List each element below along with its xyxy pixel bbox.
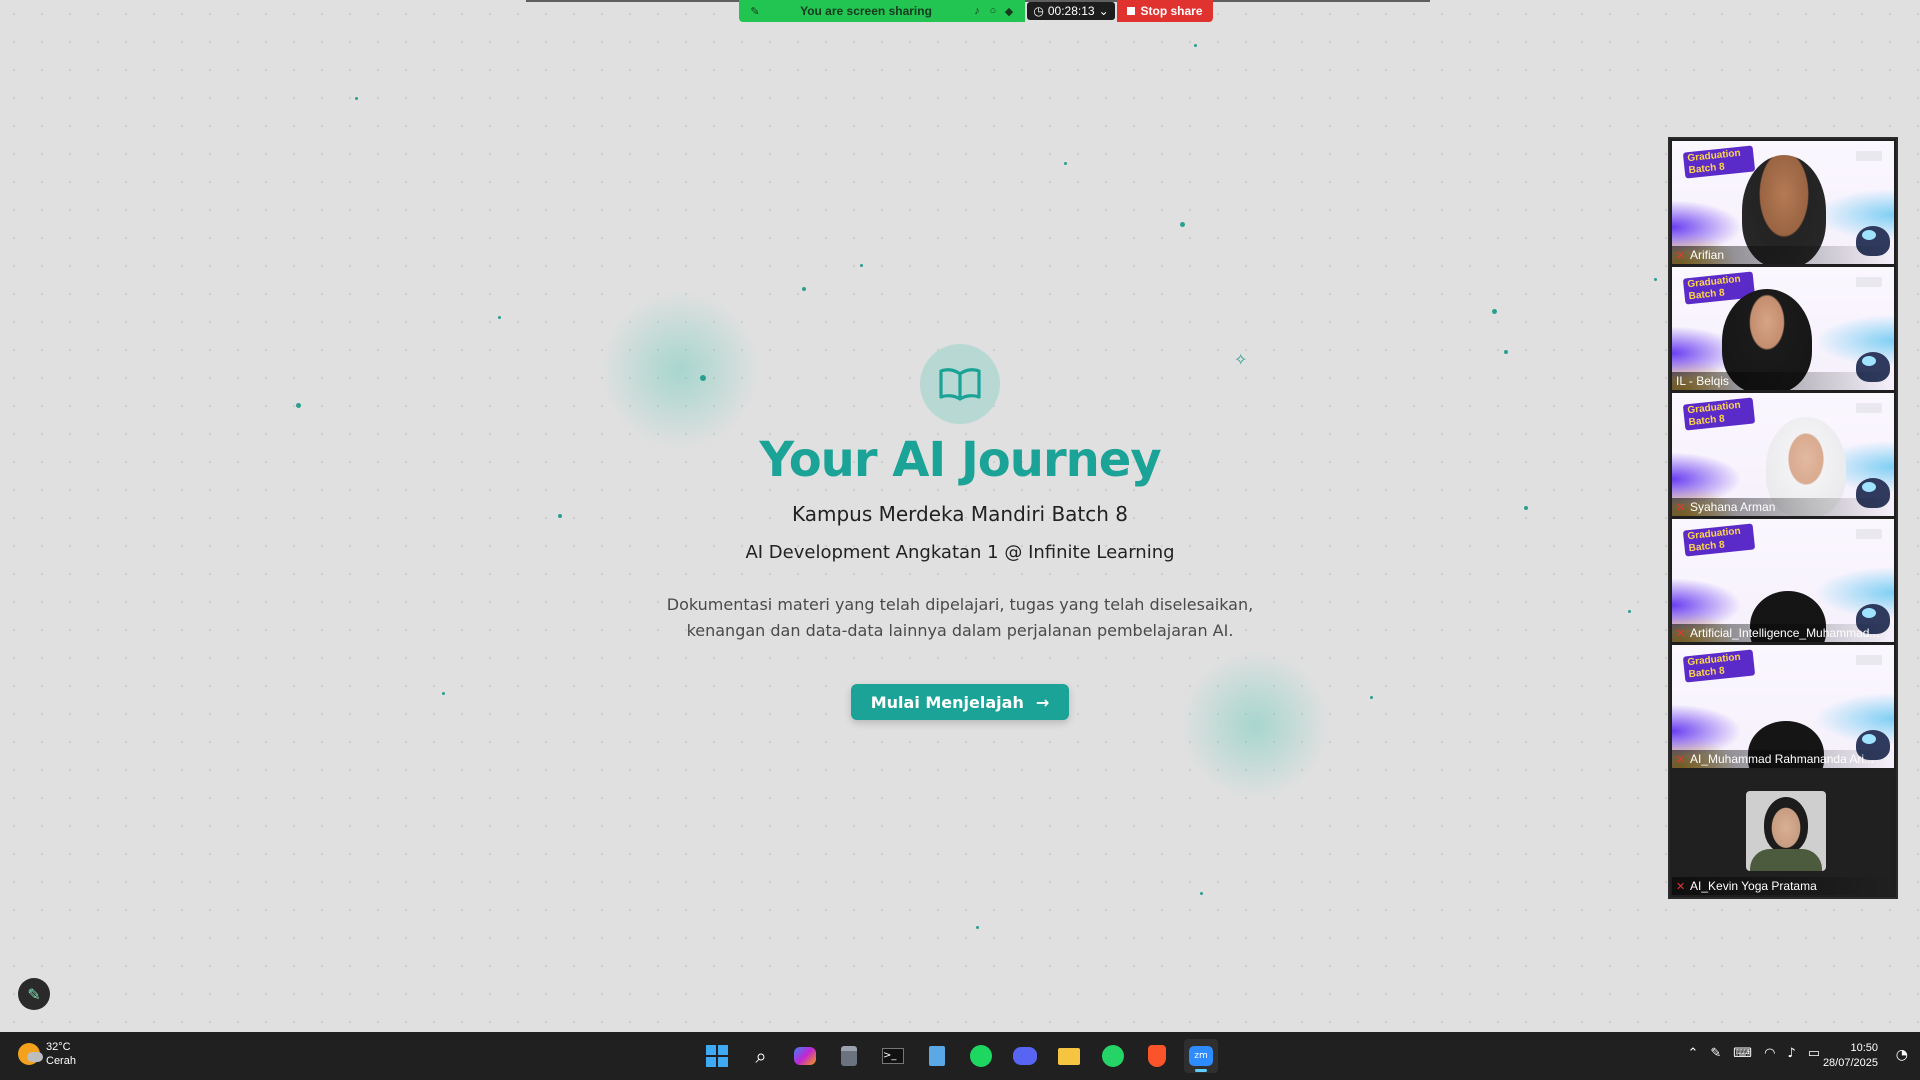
- participant-name: ✕ AI_Kevin Yoga Pratama: [1672, 877, 1894, 895]
- volume-icon[interactable]: ♪: [1787, 1046, 1795, 1061]
- logo: [1856, 529, 1882, 539]
- keyboard-icon[interactable]: ⌨: [1733, 1046, 1752, 1061]
- particle: [700, 375, 706, 381]
- stop-icon: [1127, 7, 1136, 15]
- participant-name: ✕ Arifian: [1672, 246, 1894, 264]
- hero-subtitle: Kampus Merdeka Mandiri Batch 8: [791, 502, 1129, 526]
- particle: [1492, 309, 1497, 314]
- share-status: ✎ You are screen sharing ♪ ○ ◆: [739, 0, 1025, 22]
- weather-description: Cerah: [46, 1055, 76, 1067]
- particle: [976, 926, 979, 929]
- particle: [498, 316, 501, 319]
- particle: [1628, 610, 1631, 613]
- pen-icon: ✎: [27, 984, 41, 1004]
- screen-share-toolbar: ✎ You are screen sharing ♪ ○ ◆ ◷ 00:28:1…: [739, 0, 1213, 22]
- particle: [1180, 222, 1185, 227]
- hero-description: Dokumentasi materi yang telah dipelajari…: [666, 595, 1254, 640]
- avatar: [1746, 791, 1826, 871]
- timer-text: 00:28:13: [1047, 4, 1095, 18]
- system-tray: ⌃ ✎ ⌨ ◠ ♪ ▭: [1687, 1046, 1820, 1061]
- particle: [1064, 162, 1067, 165]
- background-glow: [1180, 650, 1330, 800]
- mic-muted-icon: ✕: [1676, 501, 1686, 514]
- hero-tagline: AI Development Angkatan 1 @ Infinite Lea…: [745, 542, 1175, 563]
- stop-share-button[interactable]: Stop share: [1117, 0, 1213, 22]
- clock-icon: ◷: [1033, 4, 1044, 18]
- taskbar: 32°C Cerah ⌕ >_ zm ⌃ ✎ ⌨ ◠ ♪ ▭ 10:50 28/…: [0, 1032, 1920, 1080]
- hero-title: Your AI Journey: [759, 432, 1161, 488]
- logo: [1856, 151, 1882, 161]
- logo: [1856, 403, 1882, 413]
- notification-bell-icon[interactable]: ◔: [1896, 1047, 1908, 1063]
- brave-icon[interactable]: [1140, 1039, 1174, 1073]
- mic-muted-icon: ✕: [1676, 880, 1686, 893]
- whatsapp-icon[interactable]: [1096, 1039, 1130, 1073]
- terminal-icon[interactable]: >_: [876, 1039, 910, 1073]
- mic-muted-icon[interactable]: ♪: [969, 5, 985, 17]
- share-status-text: You are screen sharing: [800, 4, 932, 18]
- participant-tile[interactable]: ✕ AI_Kevin Yoga Pratama: [1672, 771, 1894, 895]
- start-explore-button[interactable]: Mulai Menjelajah →: [851, 684, 1069, 720]
- chevron-up-icon[interactable]: ⌃: [1687, 1046, 1698, 1061]
- system-clock[interactable]: 10:50 28/07/2025: [1823, 1041, 1878, 1071]
- logo: [1856, 655, 1882, 665]
- zoom-icon[interactable]: zm: [1184, 1039, 1218, 1073]
- participant-name: ✕ Syahana Arman: [1672, 498, 1894, 516]
- participant-tile[interactable]: Graduation Batch 8 ✕ AI_Muhammad Rahmanan…: [1672, 645, 1894, 768]
- clock-time: 10:50: [1850, 1042, 1878, 1054]
- sparkle-icon: ✧: [1234, 350, 1248, 369]
- search-icon[interactable]: ⌕: [744, 1039, 778, 1073]
- spotify-icon[interactable]: [964, 1039, 998, 1073]
- particle: [1370, 696, 1373, 699]
- particle: [860, 264, 863, 267]
- open-book-icon: [920, 344, 1000, 424]
- security-shield-icon[interactable]: ◆: [1001, 5, 1017, 18]
- particle: [1504, 350, 1508, 354]
- weather-widget[interactable]: 32°C Cerah: [18, 1040, 76, 1068]
- mic-muted-icon: ✕: [1676, 627, 1686, 640]
- taskbar-apps: ⌕ >_ zm: [700, 1032, 1218, 1080]
- file-explorer-icon[interactable]: [1052, 1039, 1086, 1073]
- participant-tile[interactable]: Graduation Batch 8 ✕ Arifian: [1672, 141, 1894, 264]
- pen-tray-icon[interactable]: ✎: [1710, 1046, 1721, 1061]
- avatar-shirt: [1750, 849, 1822, 871]
- logo: [1856, 277, 1882, 287]
- participant-name: ✕ AI_Muhammad Rahmananda Ari...: [1672, 750, 1894, 768]
- cta-label: Mulai Menjelajah: [870, 692, 1024, 712]
- particle: [355, 97, 358, 100]
- mic-muted-icon: ✕: [1676, 753, 1686, 766]
- weather-temperature: 32°C: [46, 1041, 71, 1053]
- participant-tile-active-speaker[interactable]: Graduation Batch 8 IL - Belqis: [1672, 267, 1894, 390]
- battery-icon[interactable]: ▭: [1808, 1046, 1820, 1061]
- participant-name: IL - Belqis: [1672, 372, 1894, 390]
- arrow-right-icon: →: [1035, 692, 1050, 712]
- particle: [296, 403, 301, 408]
- participant-name: ✕ Artificial_Intelligence_Muhammad...: [1672, 624, 1894, 642]
- clock-date: 28/07/2025: [1822, 1057, 1878, 1069]
- particle: [1654, 278, 1657, 281]
- discord-icon[interactable]: [1008, 1039, 1042, 1073]
- copilot-icon[interactable]: [788, 1039, 822, 1073]
- calculator-icon[interactable]: [832, 1039, 866, 1073]
- particle: [442, 692, 445, 695]
- annotate-pen-button[interactable]: ✎: [18, 978, 50, 1010]
- avatar-photo: [1764, 797, 1808, 853]
- notepad-icon[interactable]: [920, 1039, 954, 1073]
- participant-tile[interactable]: Graduation Batch 8 ✕ Syahana Arman: [1672, 393, 1894, 516]
- share-timer[interactable]: ◷ 00:28:13 ⌄: [1027, 2, 1115, 20]
- pin-icon[interactable]: ✎: [747, 5, 763, 18]
- record-icon[interactable]: ○: [985, 5, 1001, 17]
- particle: [802, 287, 806, 291]
- wifi-icon[interactable]: ◠: [1764, 1046, 1775, 1061]
- background-glow: [600, 290, 760, 450]
- particle: [1200, 892, 1203, 895]
- stop-share-label: Stop share: [1140, 4, 1203, 18]
- participant-video-panel: Graduation Batch 8 ✕ Arifian Graduation B…: [1668, 137, 1898, 899]
- mic-muted-icon: ✕: [1676, 249, 1686, 262]
- start-icon[interactable]: [700, 1039, 734, 1073]
- particle: [1194, 44, 1197, 47]
- weather-partly-cloudy-icon: [18, 1043, 43, 1065]
- chevron-down-icon: ⌄: [1098, 4, 1109, 18]
- participant-tile[interactable]: Graduation Batch 8 ✕ Artificial_Intellige…: [1672, 519, 1894, 642]
